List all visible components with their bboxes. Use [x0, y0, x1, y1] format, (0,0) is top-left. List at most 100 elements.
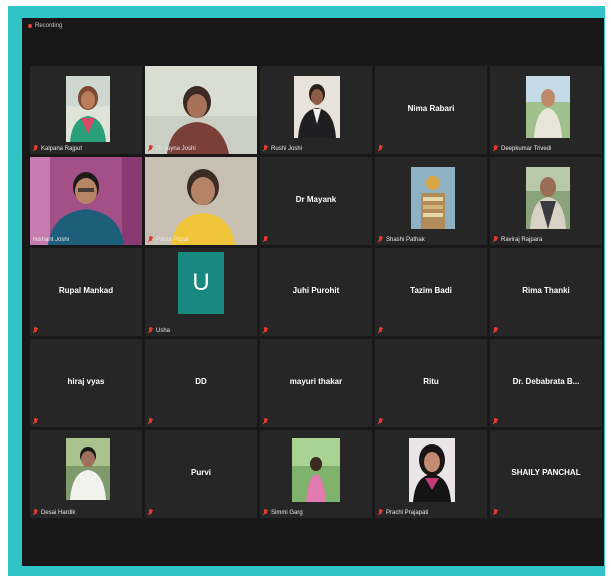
participant-initial-avatar: U — [178, 252, 224, 314]
participant-name: Nishant Joshi — [33, 237, 70, 243]
participant-name-bar — [378, 418, 483, 425]
participant-tile[interactable]: Simmi Garg — [260, 430, 372, 518]
participant-name-bar — [263, 418, 368, 425]
participant-tile[interactable]: Shashi Pathak — [375, 157, 487, 245]
muted-mic-icon — [263, 236, 268, 243]
participant-name-bar — [148, 509, 253, 516]
participant-display-name: hiraj vyas — [67, 377, 105, 386]
participant-display-name: Rupal Mankad — [58, 286, 114, 295]
participant-display-name: Dr Mayank — [295, 195, 337, 204]
participant-display-name: SHAILY PANCHAL — [511, 468, 581, 477]
participant-name-bar: Raviraj Rajpara — [493, 236, 598, 243]
participant-photo — [292, 438, 340, 502]
participant-tile[interactable]: Kalpana Rajput — [30, 66, 142, 154]
participant-photo — [411, 167, 455, 229]
participant-name-bar — [493, 327, 598, 334]
participant-tile[interactable]: Raviraj Rajpara — [490, 157, 602, 245]
participant-tile[interactable]: Prachi Prajapati — [375, 430, 487, 518]
participant-name-bar — [33, 418, 138, 425]
participant-tile[interactable]: Rupal Mankad — [30, 248, 142, 336]
muted-mic-icon — [148, 327, 153, 334]
muted-mic-icon — [493, 418, 498, 425]
participant-name: Shashi Pathak — [386, 236, 425, 243]
muted-mic-icon — [493, 327, 498, 334]
participant-name-bar: Usha — [148, 327, 253, 334]
participant-name-bar: Deepkumar Trivedi — [493, 145, 598, 152]
gallery-grid: Kalpana Rajput Dr Jayna Joshi Rushi Josh… — [30, 66, 602, 518]
participant-video — [145, 66, 257, 154]
participant-name-bar — [263, 236, 368, 243]
participant-name: Deepkumar Trivedi — [501, 145, 552, 152]
participant-display-name: Juhi Purohit — [292, 286, 340, 295]
participant-tile[interactable]: Dr Mayank — [260, 157, 372, 245]
participant-tile[interactable]: Rushi Joshi — [260, 66, 372, 154]
participant-photo — [526, 167, 570, 229]
muted-mic-icon — [33, 145, 38, 152]
muted-mic-icon — [493, 145, 498, 152]
participant-name: Rushi Joshi — [271, 145, 303, 152]
participant-tile[interactable]: Panul Popat — [145, 157, 257, 245]
participant-video — [30, 157, 142, 245]
participant-tile[interactable]: hiraj vyas — [30, 339, 142, 427]
participant-name: Usha — [156, 327, 171, 334]
participant-tile[interactable]: U Usha — [145, 248, 257, 336]
muted-mic-icon — [493, 236, 498, 243]
participant-name-bar: Dr Jayna Joshi — [148, 145, 253, 152]
participant-name: Simmi Garg — [271, 509, 303, 516]
participant-tile[interactable]: SHAILY PANCHAL — [490, 430, 602, 518]
participant-name-bar: Panul Popat — [148, 236, 253, 243]
muted-mic-icon — [263, 418, 268, 425]
participant-name-bar: Nishant Joshi — [33, 237, 138, 243]
participant-photo — [66, 438, 110, 500]
participant-name-bar: Rushi Joshi — [263, 145, 368, 152]
participant-tile[interactable]: Ritu — [375, 339, 487, 427]
participant-name-bar — [493, 418, 598, 425]
participant-tile[interactable]: DD — [145, 339, 257, 427]
participant-tile-active-speaker[interactable]: Nishant Joshi — [30, 157, 142, 245]
participant-name-bar — [493, 509, 598, 516]
participant-display-name: Ritu — [423, 377, 439, 386]
participant-name: Dr Jayna Joshi — [156, 145, 196, 152]
muted-mic-icon — [148, 145, 153, 152]
participant-tile[interactable]: Deepkumar Trivedi — [490, 66, 602, 154]
screenshot-frame: Recording Kalpana Rajput Dr Jayna Joshi … — [0, 0, 611, 579]
participant-display-name: Nima Rabari — [407, 104, 455, 113]
participant-tile[interactable]: Purvi — [145, 430, 257, 518]
participant-tile[interactable]: Dr Jayna Joshi — [145, 66, 257, 154]
muted-mic-icon — [378, 509, 383, 516]
participant-display-name: Dr. Debabrata B... — [512, 377, 580, 386]
muted-mic-icon — [263, 327, 268, 334]
participant-name-bar: Kalpana Rajput — [33, 145, 138, 152]
participant-name-bar — [148, 418, 253, 425]
participant-tile[interactable]: Rima Thanki — [490, 248, 602, 336]
participant-tile[interactable]: Nima Rabari — [375, 66, 487, 154]
participant-name-bar — [263, 327, 368, 334]
muted-mic-icon — [33, 418, 38, 425]
muted-mic-icon — [378, 418, 383, 425]
participant-name-bar: Prachi Prajapati — [378, 509, 483, 516]
recording-indicator[interactable]: Recording — [28, 23, 62, 29]
participant-name: Prachi Prajapati — [386, 509, 429, 516]
participant-display-name: DD — [195, 377, 207, 386]
participant-tile[interactable]: Desai Hardik — [30, 430, 142, 518]
muted-mic-icon — [148, 236, 153, 243]
muted-mic-icon — [33, 509, 38, 516]
participant-tile[interactable]: Dr. Debabrata B... — [490, 339, 602, 427]
muted-mic-icon — [263, 145, 268, 152]
participant-photo — [526, 76, 570, 138]
participant-photo — [409, 438, 455, 502]
participant-tile[interactable]: mayuri thakar — [260, 339, 372, 427]
muted-mic-icon — [378, 327, 383, 334]
muted-mic-icon — [493, 509, 498, 516]
participant-tile[interactable]: Tazim Badi — [375, 248, 487, 336]
meeting-window: Recording Kalpana Rajput Dr Jayna Joshi … — [22, 18, 604, 566]
participant-name-bar — [33, 327, 138, 334]
participant-name-bar: Shashi Pathak — [378, 236, 483, 243]
participant-name: Raviraj Rajpara — [501, 236, 543, 243]
participant-photo — [66, 76, 110, 142]
muted-mic-icon — [33, 327, 38, 334]
muted-mic-icon — [378, 145, 383, 152]
participant-tile[interactable]: Juhi Purohit — [260, 248, 372, 336]
muted-mic-icon — [148, 509, 153, 516]
participant-name-bar: Desai Hardik — [33, 509, 138, 516]
